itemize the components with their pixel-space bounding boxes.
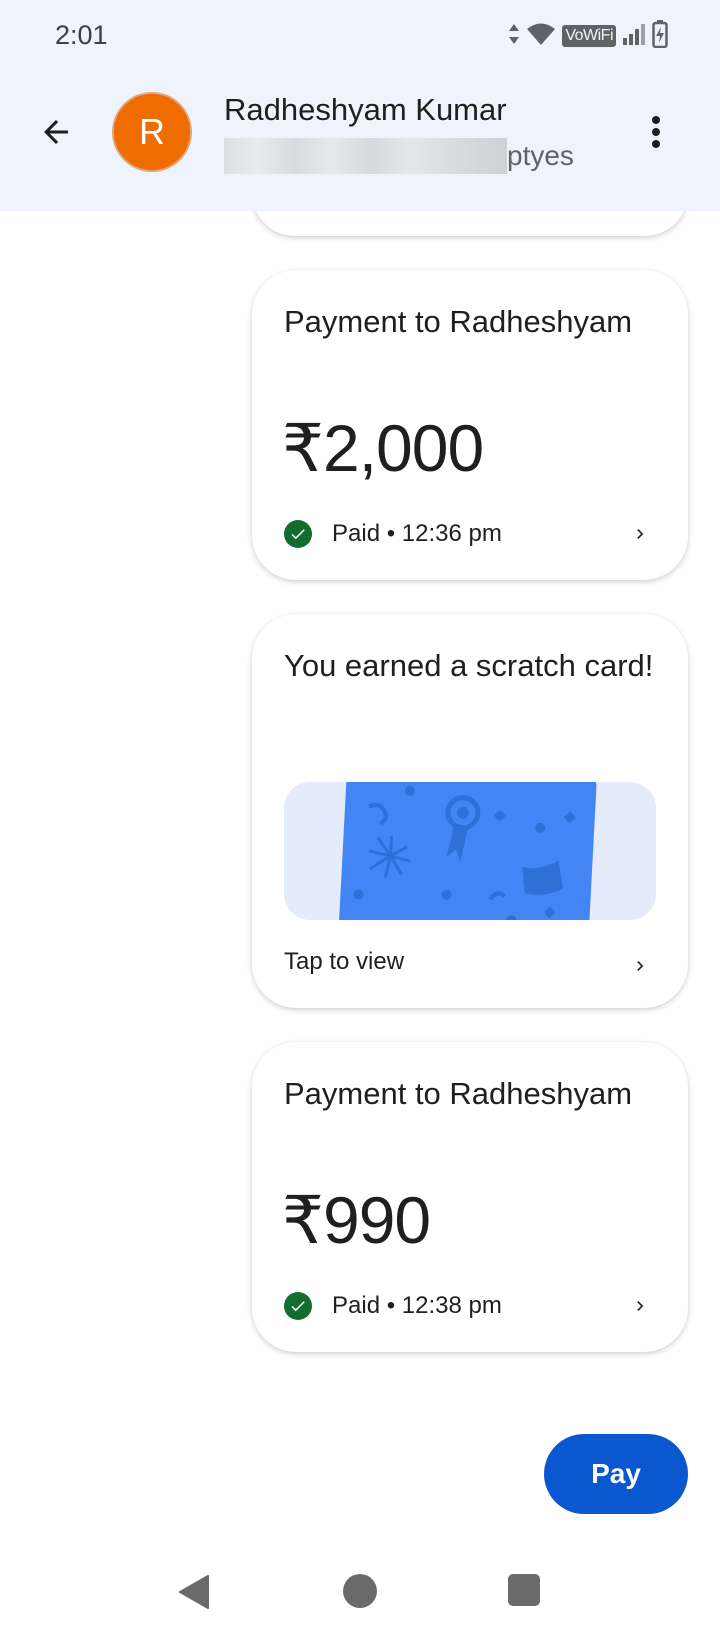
status-bar: 2:01 VoWiFi <box>0 0 720 72</box>
vowifi-badge: VoWiFi <box>562 25 616 47</box>
chevron-right-icon <box>628 954 652 978</box>
data-arrows-icon <box>508 22 520 51</box>
tap-to-view-label: Tap to view <box>284 948 405 975</box>
system-nav-bar <box>0 1548 720 1640</box>
chat-header: 2:01 VoWiFi R Radheshyam Kumar ptyes <box>0 0 720 211</box>
pay-button[interactable]: Pay <box>544 1434 688 1514</box>
check-circle-icon <box>284 520 312 548</box>
contact-avatar[interactable]: R <box>112 92 192 172</box>
contact-sub-text: ptyes <box>507 140 574 171</box>
battery-charging-icon <box>652 19 668 53</box>
nav-recents-button[interactable] <box>508 1574 540 1606</box>
more-vert-icon <box>652 116 660 148</box>
scratch-card-title: You earned a scratch card! <box>284 648 654 683</box>
payment-amount: ₹2,000 <box>282 411 484 485</box>
signal-icon <box>622 22 646 51</box>
payment-card[interactable]: Payment to Radheshyam ₹2,000 Paid • 12:3… <box>252 270 688 580</box>
contact-subtitle: ptyes <box>224 138 574 174</box>
nav-back-button[interactable] <box>178 1574 210 1615</box>
chevron-right-icon <box>628 522 652 546</box>
payment-card[interactable]: Payment to Radheshyam ₹990 Paid • 12:38 … <box>252 1042 688 1352</box>
payment-amount: ₹990 <box>282 1183 431 1257</box>
arrow-back-icon <box>44 120 68 144</box>
triangle-back-icon <box>179 1575 209 1609</box>
nav-home-button[interactable] <box>343 1574 377 1608</box>
scratch-card-message[interactable]: You earned a scratch card! Tap to view <box>252 614 688 1008</box>
scratch-card-pattern <box>353 785 576 920</box>
wifi-icon <box>526 22 556 51</box>
payment-status-row: Paid • 12:38 pm <box>284 1288 502 1324</box>
payment-status-row: Paid • 12:36 pm <box>284 516 502 552</box>
scratch-card-preview[interactable] <box>284 782 656 920</box>
avatar-initial: R <box>139 111 165 152</box>
back-button[interactable] <box>32 108 80 156</box>
chevron-right-icon <box>628 1294 652 1318</box>
scratch-card-image <box>336 782 598 920</box>
status-time: 2:01 <box>55 20 108 50</box>
check-circle-icon <box>284 1292 312 1320</box>
payment-title: Payment to Radheshyam <box>284 1076 633 1111</box>
more-options-button[interactable] <box>636 108 676 156</box>
payment-status: Paid • 12:36 pm <box>332 520 502 547</box>
status-icons: VoWiFi <box>508 19 668 53</box>
payment-status: Paid • 12:38 pm <box>332 1292 502 1319</box>
payment-title: Payment to Radheshyam <box>284 304 633 339</box>
contact-name[interactable]: Radheshyam Kumar <box>224 92 507 128</box>
redacted-block <box>224 138 507 174</box>
